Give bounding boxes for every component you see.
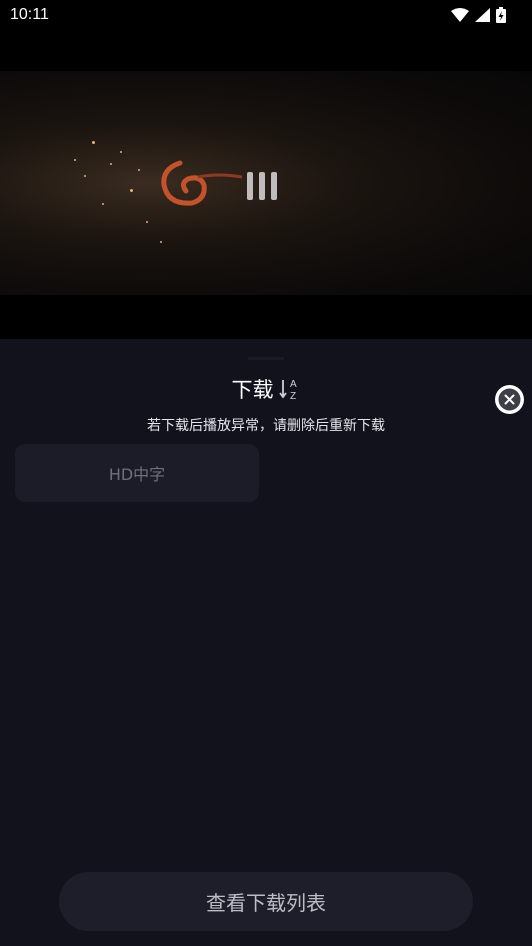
svg-text:Z: Z (290, 391, 296, 402)
panel-header: 下载 A Z (0, 373, 532, 405)
panel-title: 下载 (231, 378, 274, 402)
drag-handle[interactable] (248, 357, 284, 360)
close-circle-icon (498, 388, 521, 411)
status-bar: 10:11 (0, 0, 532, 30)
studio-logo (161, 160, 243, 206)
download-hint: 若下载后播放异常，请删除后重新下载 (147, 418, 385, 434)
video-frame[interactable] (0, 71, 532, 295)
svg-text:A: A (290, 379, 297, 390)
battery-charging-icon (496, 7, 506, 23)
download-panel: 下载 A Z 若下载后播放异常，请删除后重新下载 HD中字 查看下载列表 (0, 339, 532, 946)
status-time: 10:11 (10, 6, 49, 23)
status-icons (451, 7, 506, 23)
video-player[interactable] (0, 30, 532, 339)
signal-icon (475, 8, 490, 22)
quality-option-hd[interactable]: HD中字 (15, 444, 259, 502)
download-screen: 10:11 下载 A Z 若下载后播放异常，请删除后重新下载 HD中字 查看下载… (0, 0, 532, 946)
pause-icon[interactable] (247, 172, 277, 200)
close-button[interactable] (495, 385, 524, 414)
sort-az-icon[interactable]: A Z (278, 376, 301, 402)
wifi-icon (451, 8, 469, 22)
view-download-list-button[interactable]: 查看下载列表 (59, 872, 473, 931)
